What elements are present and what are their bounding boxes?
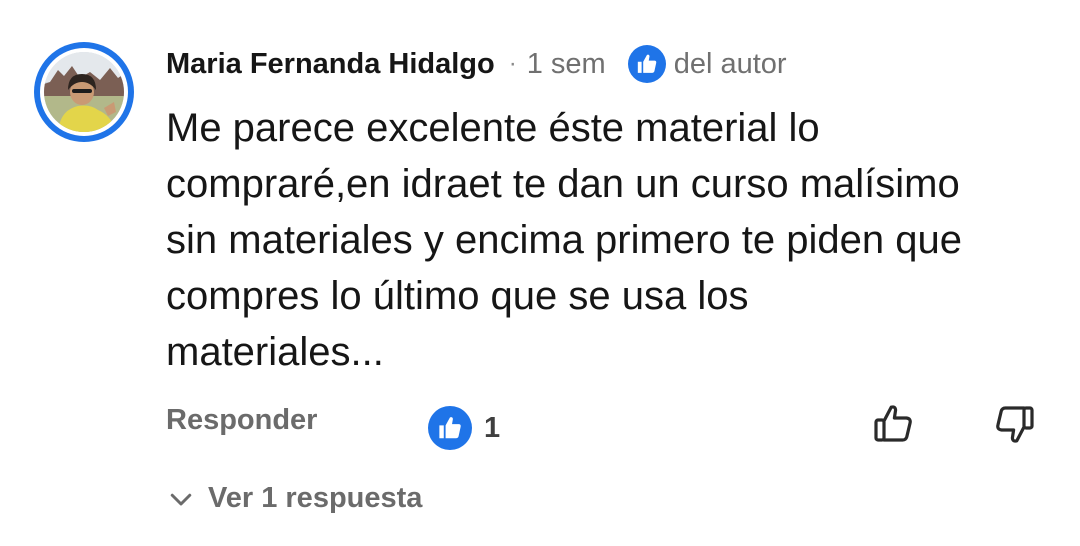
avatar[interactable]	[34, 42, 134, 142]
like-count: 1	[484, 411, 501, 444]
thumbs-up-badge-icon	[627, 45, 666, 83]
view-replies-button[interactable]: Ver 1 respuesta	[166, 482, 422, 515]
comment-header: Maria Fernanda Hidalgo · 1 sem del autor	[166, 40, 787, 88]
view-replies-label: Ver 1 respuesta	[208, 482, 423, 514]
avatar-photo	[44, 52, 124, 132]
reaction-summary[interactable]: 1	[428, 406, 500, 450]
comment-text: Me parece excelente éste material lo com…	[166, 106, 962, 374]
author-name[interactable]: Maria Fernanda Hidalgo	[166, 48, 495, 81]
timestamp: 1 sem	[526, 47, 606, 80]
thumbs-down-outline-icon[interactable]	[990, 400, 1038, 448]
chevron-down-icon	[166, 484, 196, 514]
avatar-ring	[40, 48, 128, 136]
thumbs-up-badge-icon	[428, 406, 472, 450]
reply-button[interactable]: Responder	[166, 404, 317, 437]
thumbs-up-outline-icon[interactable]	[870, 400, 918, 448]
separator-dot: ·	[508, 50, 517, 77]
author-like-tag: del autor	[673, 47, 787, 80]
